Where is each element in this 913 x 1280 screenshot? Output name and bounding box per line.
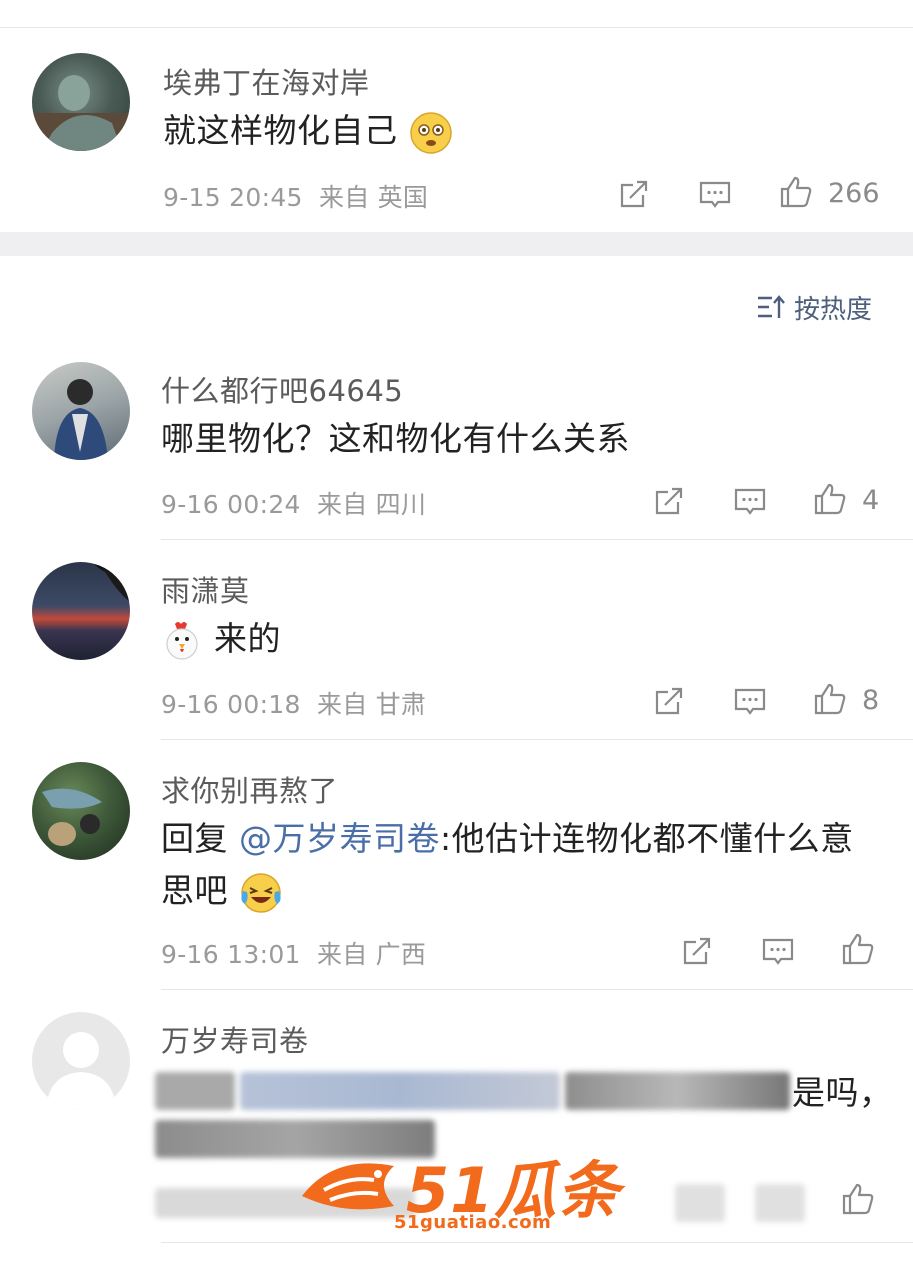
chicken-emoji-icon — [166, 621, 198, 660]
thumbs-up-icon — [842, 1183, 874, 1215]
top-divider — [0, 27, 913, 28]
avatar[interactable] — [32, 53, 130, 151]
share-icon — [620, 180, 648, 208]
watermark: 51瓜条 51guatiao.com — [294, 1140, 624, 1240]
share-button[interactable] — [617, 177, 651, 211]
comment-date: 9-15 20:45 — [163, 183, 303, 212]
reply-button[interactable] — [733, 484, 767, 518]
comment-icon — [734, 688, 766, 715]
comment-location: 广西 — [375, 940, 427, 969]
comment-icon — [734, 488, 766, 515]
from-label: 来自 — [316, 690, 368, 719]
comment-text: 哪里物化？这和物化有什么关系 — [161, 419, 630, 458]
comment-text-continued: 思吧 — [161, 864, 283, 918]
avatar[interactable] — [32, 362, 130, 460]
avatar-image — [54, 379, 108, 460]
comment-meta: 9-16 00:24 来自 四川 — [161, 485, 434, 521]
like-count: 266 — [828, 178, 880, 209]
mention-link[interactable]: @万岁寿司卷 — [239, 819, 440, 858]
watermark-url: 51guatiao.com — [394, 1212, 552, 1233]
avatar[interactable] — [32, 1012, 130, 1110]
comment-date: 9-16 00:18 — [161, 690, 301, 719]
comment-meta: 9-15 20:45 来自 英国 — [163, 178, 436, 214]
like-button[interactable] — [779, 175, 813, 209]
like-button[interactable] — [841, 1182, 875, 1216]
comment-location: 英国 — [377, 183, 429, 212]
comment-body-line2: 思吧 — [161, 871, 228, 910]
divider — [161, 539, 913, 540]
relieved-emoji-icon — [409, 111, 452, 154]
share-button[interactable] — [652, 484, 686, 518]
comment-text: 回复 @万岁寿司卷:他估计连物化都不懂什么意 — [161, 812, 854, 866]
redacted-icon — [755, 1184, 805, 1222]
username[interactable]: 求你别再熬了 — [161, 768, 338, 810]
avatar-image — [92, 562, 130, 602]
reply-button[interactable] — [761, 934, 795, 968]
share-button[interactable] — [680, 934, 714, 968]
share-icon — [655, 487, 683, 515]
divider — [161, 739, 913, 740]
like-button[interactable] — [841, 932, 875, 966]
username[interactable]: 什么都行吧64645 — [161, 368, 403, 410]
like-count: 8 — [862, 685, 880, 716]
username[interactable]: 埃弗丁在海对岸 — [163, 60, 370, 102]
comment-text: 就这样物化自己 — [163, 104, 453, 158]
comment-meta: 9-16 00:18 来自 甘肃 — [161, 685, 434, 721]
username[interactable]: 雨潇莫 — [161, 568, 250, 610]
avatar-image — [42, 788, 102, 846]
thumbs-up-icon — [814, 683, 846, 715]
comment-text-visible-end: 是吗， — [792, 1073, 893, 1112]
like-button[interactable] — [813, 682, 847, 716]
avatar-image — [32, 75, 130, 151]
from-label: 来自 — [316, 940, 368, 969]
comment-icon — [699, 181, 731, 208]
like-button[interactable] — [813, 482, 847, 516]
share-button[interactable] — [652, 684, 686, 718]
thumbs-up-icon — [780, 176, 812, 208]
divider — [161, 1242, 913, 1243]
comment-date: 9-16 00:24 — [161, 490, 301, 519]
section-divider — [0, 232, 913, 256]
comment-meta: 9-16 13:01 来自 广西 — [161, 935, 434, 971]
thumbs-up-icon — [814, 483, 846, 515]
redacted-text — [565, 1072, 790, 1110]
avatar[interactable] — [32, 562, 130, 660]
username[interactable]: 万岁寿司卷 — [161, 1018, 309, 1060]
thumbs-up-icon — [842, 933, 874, 965]
sort-icon — [758, 295, 785, 318]
reply-prefix: 回复 — [161, 819, 239, 858]
comment-text: 来的 — [161, 612, 281, 666]
watermark-logo-icon — [302, 1163, 394, 1210]
comment-body: 来的 — [214, 619, 281, 658]
comment-body: :他估计连物化都不懂什么意 — [440, 819, 854, 858]
comment-location: 甘肃 — [375, 690, 427, 719]
redacted-icon — [675, 1184, 725, 1222]
from-label: 来自 — [316, 490, 368, 519]
redacted-text — [155, 1072, 235, 1110]
share-icon — [655, 687, 683, 715]
sort-by-hot-button[interactable]: 按热度 — [756, 288, 872, 326]
comment-location: 四川 — [375, 490, 427, 519]
reply-button[interactable] — [698, 177, 732, 211]
like-count: 4 — [862, 485, 880, 516]
laughing-crying-emoji-icon — [241, 872, 281, 913]
comment-date: 9-16 13:01 — [161, 940, 301, 969]
redacted-mention — [240, 1072, 560, 1110]
divider — [161, 989, 913, 990]
sort-label: 按热度 — [794, 294, 873, 325]
share-icon — [683, 937, 711, 965]
avatar[interactable] — [32, 762, 130, 860]
comment-body: 就这样物化自己 — [163, 111, 398, 150]
comment-icon — [762, 938, 794, 965]
default-avatar-icon — [46, 1032, 116, 1110]
from-label: 来自 — [318, 183, 370, 212]
reply-button[interactable] — [733, 684, 767, 718]
